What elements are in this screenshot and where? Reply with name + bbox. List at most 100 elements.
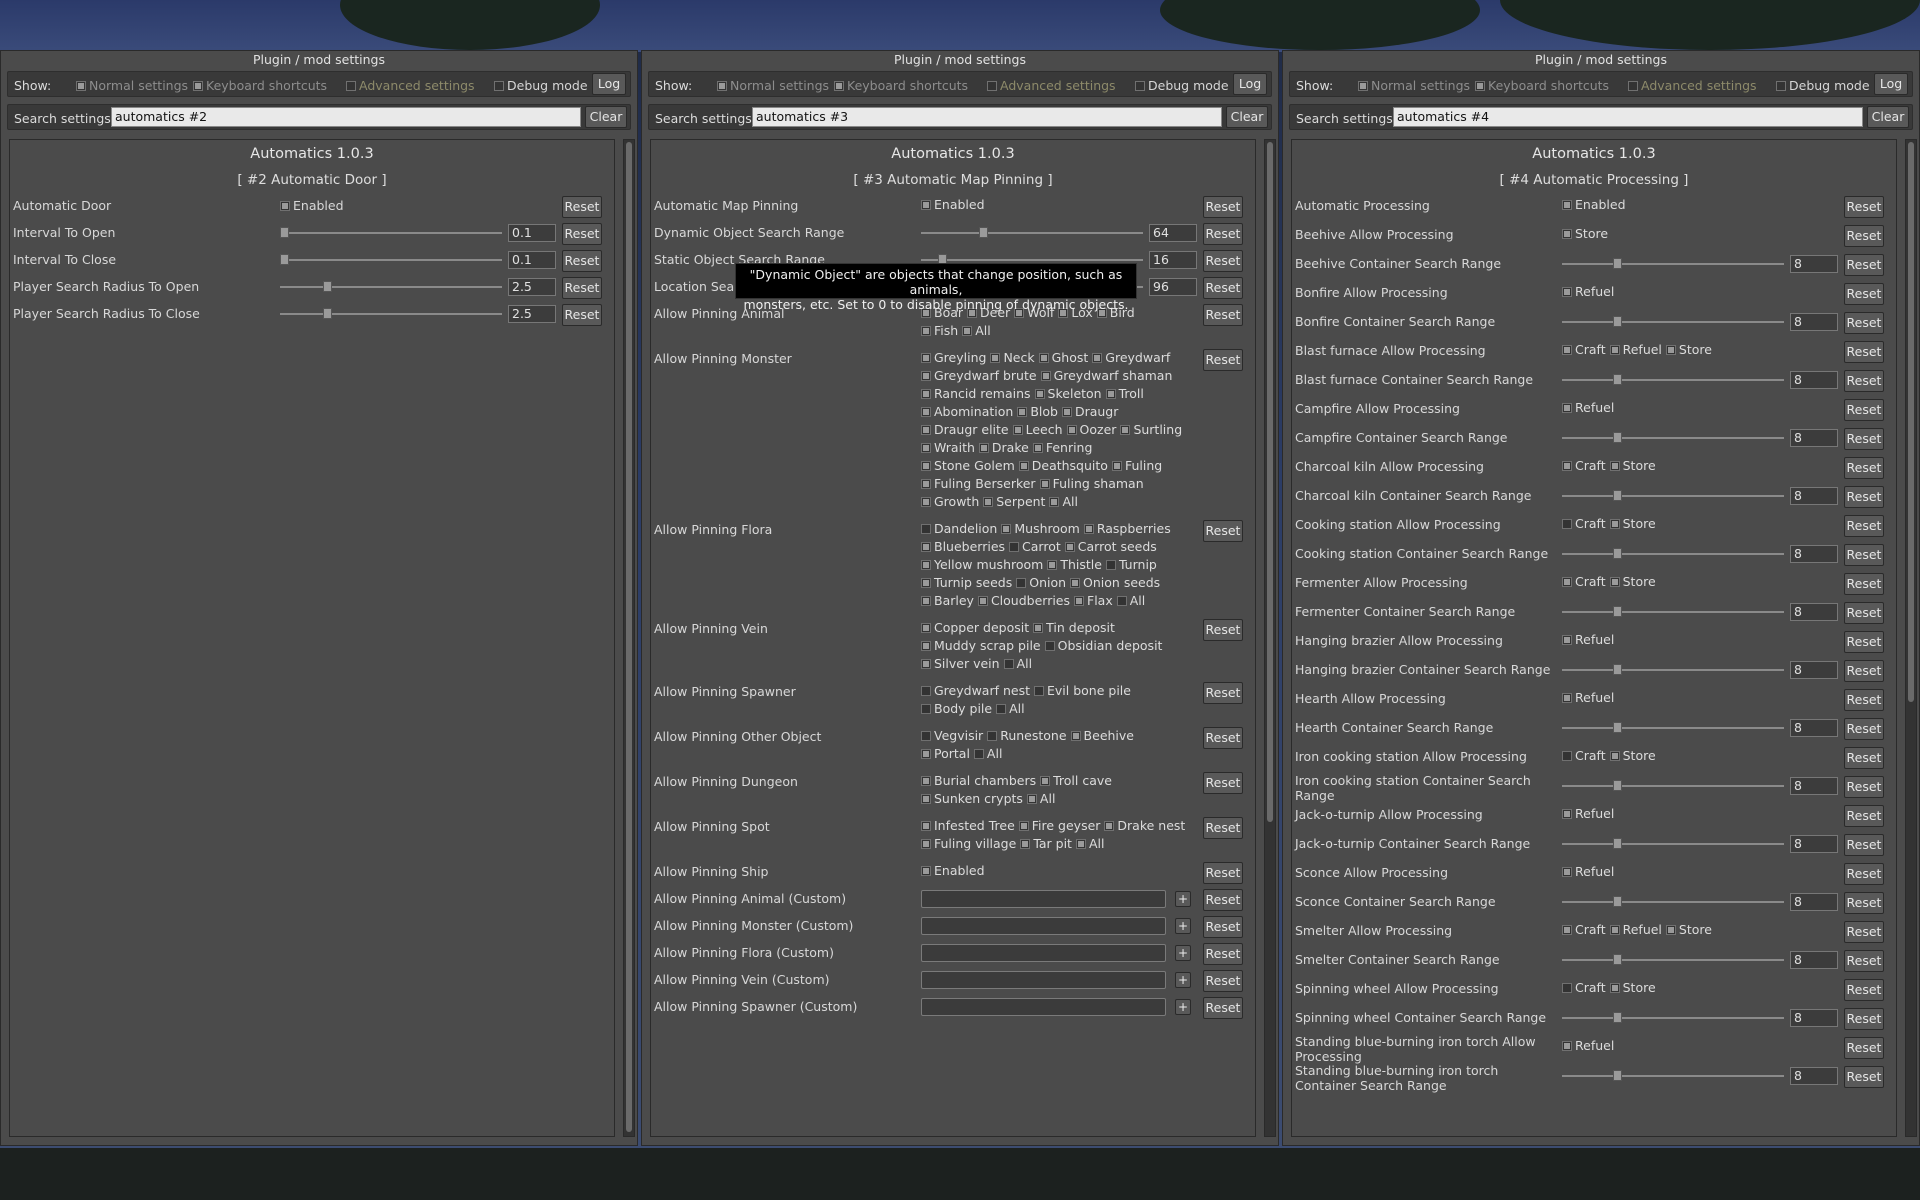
checkbox-option[interactable]: Abomination [921,404,1013,419]
checkbox[interactable] [1609,345,1620,355]
reset-button[interactable]: Reset [1844,602,1884,624]
checkbox[interactable] [1018,461,1029,471]
checkbox-option[interactable]: Sunken crypts [921,791,1023,806]
checkbox-option[interactable]: Enabled [1562,197,1626,212]
checkbox[interactable] [76,81,86,91]
checkbox-option[interactable]: Drake nest [1104,818,1185,833]
checkbox[interactable] [1040,371,1051,381]
checkbox-option[interactable]: Refuel [1562,632,1614,647]
checkbox[interactable] [996,704,1007,714]
reset-button[interactable]: Reset [1844,1037,1884,1059]
checkbox[interactable] [1003,659,1014,669]
show-option-toggle[interactable]: Keyboard shortcuts [834,78,968,93]
text-input[interactable] [921,917,1166,935]
checkbox-option[interactable]: Mushroom [1001,521,1080,536]
checkbox-option[interactable]: Silver vein [921,656,1000,671]
checkbox-option[interactable]: Store [1665,922,1712,937]
checkbox-option[interactable]: Oozer [1066,422,1116,437]
reset-button[interactable]: Reset [1844,747,1884,769]
reset-button[interactable]: Reset [562,223,602,245]
show-option-toggle[interactable]: Debug mode [1776,78,1870,93]
slider-track[interactable] [1562,316,1784,327]
slider-track[interactable] [1562,896,1784,907]
reset-button[interactable]: Reset [1844,486,1884,508]
show-option-toggle[interactable]: Keyboard shortcuts [1475,78,1609,93]
checkbox-option[interactable]: Fuling village [921,836,1016,851]
value-field[interactable]: 8 [1790,661,1838,679]
checkbox-option[interactable]: Vegvisir [921,728,983,743]
checkbox-option[interactable]: Turnip seeds [921,575,1012,590]
checkbox[interactable] [921,524,931,534]
checkbox[interactable] [1562,461,1572,471]
checkbox[interactable] [1001,524,1012,534]
checkbox[interactable] [921,704,931,714]
slider-track[interactable] [1562,1012,1784,1023]
checkbox[interactable] [921,578,931,588]
checkbox-option[interactable]: Obsidian deposit [1044,638,1162,653]
slider-handle[interactable] [323,308,332,319]
checkbox[interactable] [1111,461,1122,471]
checkbox-option[interactable]: Flax [1074,593,1113,608]
text-input[interactable] [921,998,1166,1016]
checkbox-option[interactable]: Infested Tree [921,818,1015,833]
checkbox[interactable] [1609,751,1620,761]
checkbox[interactable] [921,659,931,669]
reset-button[interactable]: Reset [562,277,602,299]
checkbox[interactable] [1562,693,1572,703]
checkbox[interactable] [921,641,931,651]
text-input[interactable] [921,890,1166,908]
add-button[interactable]: + [1175,999,1191,1015]
value-field[interactable]: 96 [1149,278,1197,296]
checkbox[interactable] [1562,751,1572,761]
slider-track[interactable] [1562,664,1784,675]
checkbox[interactable] [1064,542,1075,552]
value-field[interactable]: 8 [1790,313,1838,331]
slider-track[interactable] [1562,780,1784,791]
checkbox[interactable] [1665,925,1676,935]
slider-handle[interactable] [1613,722,1622,733]
slider-track[interactable] [1562,548,1784,559]
reset-button[interactable]: Reset [1844,863,1884,885]
search-input[interactable]: automatics #3 [752,107,1222,127]
reset-button[interactable]: Reset [1844,1066,1884,1088]
reset-button[interactable]: Reset [1844,689,1884,711]
checkbox[interactable] [1562,983,1572,993]
checkbox[interactable] [1609,983,1620,993]
show-option-toggle[interactable]: Normal settings [717,78,829,93]
checkbox-option[interactable]: Drake [978,440,1029,455]
slider-handle[interactable] [1613,374,1622,385]
reset-button[interactable]: Reset [1203,520,1243,542]
checkbox[interactable] [1039,479,1050,489]
reset-button[interactable]: Reset [1844,399,1884,421]
checkbox[interactable] [1562,287,1572,297]
checkbox-option[interactable]: Runestone [987,728,1067,743]
checkbox[interactable] [921,866,931,876]
checkbox-option[interactable]: All [962,323,991,338]
checkbox-option[interactable]: Craft [1562,922,1606,937]
checkbox-option[interactable]: Blob [1017,404,1058,419]
checkbox-option[interactable]: Barley [921,593,974,608]
checkbox[interactable] [1776,81,1786,91]
checkbox[interactable] [921,839,931,849]
reset-button[interactable]: Reset [1844,718,1884,740]
slider-track[interactable] [921,227,1143,238]
reset-button[interactable]: Reset [562,196,602,218]
slider-handle[interactable] [323,281,332,292]
checkbox[interactable] [1609,577,1620,587]
checkbox-option[interactable]: Greydwarf shaman [1040,368,1172,383]
checkbox[interactable] [1038,353,1049,363]
checkbox[interactable] [1562,925,1572,935]
slider-track[interactable] [1562,1070,1784,1081]
reset-button[interactable]: Reset [1844,370,1884,392]
checkbox-option[interactable]: Refuel [1562,1038,1614,1053]
checkbox[interactable] [1562,1041,1572,1051]
checkbox[interactable] [921,497,931,507]
reset-button[interactable]: Reset [1844,631,1884,653]
checkbox-option[interactable]: Store [1609,980,1656,995]
text-input[interactable] [921,971,1166,989]
checkbox-option[interactable]: Deathsquito [1018,458,1108,473]
checkbox[interactable] [494,81,504,91]
slider-track[interactable] [1562,490,1784,501]
checkbox-option[interactable]: Surtling [1120,422,1182,437]
checkbox[interactable] [987,81,997,91]
